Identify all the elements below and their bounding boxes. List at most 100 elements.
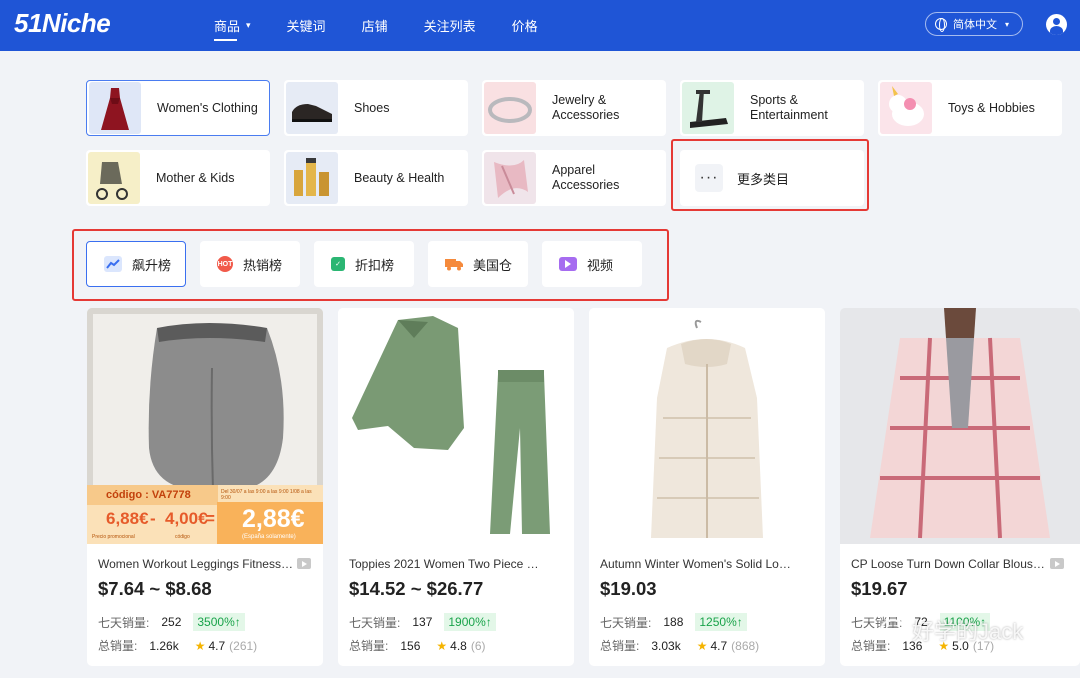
- rating-value: 4.7: [208, 638, 226, 653]
- main-nav: 商品 ▾ 关键词 店铺 关注列表 价格: [214, 0, 574, 51]
- truck-icon: [445, 256, 463, 272]
- category-label: Beauty & Health: [354, 170, 445, 185]
- more-categories-button[interactable]: ··· 更多类目: [680, 150, 864, 206]
- growth-badge: 1900%↑: [444, 613, 496, 631]
- discount-check-icon: ✓: [331, 257, 345, 271]
- video-play-icon: [559, 257, 577, 271]
- shoe-icon: [286, 82, 338, 134]
- product-price: $19.67: [851, 578, 908, 599]
- promo-code: código : VA7778: [87, 485, 218, 505]
- category-jewelry[interactable]: Jewelry & Accessories: [482, 80, 666, 136]
- seven-day-value: 188: [663, 615, 684, 629]
- category-apparel-accessories[interactable]: Apparel Accessories: [482, 150, 666, 206]
- tab-us-warehouse[interactable]: 美国仓: [428, 241, 528, 287]
- category-label: Apparel Accessories: [552, 163, 620, 192]
- tab-label: 视频: [587, 257, 614, 273]
- watermark-text: 好学的Jack: [912, 619, 1024, 644]
- tab-label: 热销榜: [243, 257, 283, 273]
- category-label: Toys & Hobbies: [948, 100, 1035, 115]
- promo-equals: =: [205, 509, 215, 528]
- total-sales-row: 总销量: 3.03k ★ 4.7 (868): [600, 637, 759, 654]
- product-title[interactable]: Women Workout Leggings Fitness Sports: [98, 557, 294, 571]
- cosmetics-icon: [286, 152, 338, 204]
- bracelet-icon: [484, 82, 536, 134]
- category-toys[interactable]: Toys & Hobbies: [878, 80, 1062, 136]
- nav-item-label: 关键词: [286, 19, 326, 34]
- wechat-icon: [880, 619, 906, 641]
- nav-item-price[interactable]: 价格: [512, 0, 538, 51]
- promo-banner: código : VA7778 Del 30/07 a las 9:00 a l…: [87, 485, 323, 544]
- product-image[interactable]: [338, 308, 574, 544]
- total-sales-row: 总销量: 1.26k ★ 4.7 (261): [98, 637, 257, 654]
- tab-video[interactable]: 视频: [542, 241, 642, 287]
- trend-chart-icon: [104, 256, 122, 272]
- more-categories-label: 更多类目: [737, 171, 790, 187]
- video-icon[interactable]: [297, 558, 311, 569]
- total-value: 3.03k: [651, 638, 681, 653]
- chevron-down-icon: ▾: [1005, 19, 1010, 29]
- total-value: 156: [400, 638, 421, 653]
- chevron-down-icon: ▾: [246, 20, 251, 30]
- promo-minus: -: [150, 509, 156, 528]
- category-womens-clothing[interactable]: Women's Clothing: [86, 80, 270, 136]
- language-label: 简体中文: [953, 19, 997, 31]
- watermark: 好学的Jack: [880, 614, 1023, 646]
- product-title[interactable]: CP Loose Turn Down Collar Blouse Plaid: [851, 557, 1047, 571]
- product-price: $14.52 ~ $26.77: [349, 578, 484, 599]
- seven-day-sales-row: 七天销量: 137 1900%↑: [349, 613, 496, 631]
- promo-discount: 4,00€: [165, 509, 208, 528]
- product-card[interactable]: Toppies 2021 Women Two Piece Set Shirt $…: [338, 308, 574, 666]
- product-title[interactable]: Autumn Winter Women's Solid Loose Vest: [600, 557, 796, 571]
- nav-item-keywords[interactable]: 关键词: [287, 0, 326, 51]
- star-icon: ★: [194, 638, 206, 653]
- category-label: Women's Clothing: [157, 100, 258, 115]
- treadmill-icon: [682, 82, 734, 134]
- video-icon[interactable]: [1050, 558, 1064, 569]
- rating-value: 4.8: [450, 638, 467, 653]
- product-image[interactable]: [840, 308, 1080, 544]
- language-selector[interactable]: 简体中文 ▾: [925, 12, 1023, 36]
- category-label: Mother & Kids: [156, 170, 235, 185]
- product-title[interactable]: Toppies 2021 Women Two Piece Set Shirt: [349, 557, 545, 571]
- tab-label: 飙升榜: [132, 257, 172, 273]
- promo-disc-caption: código: [175, 534, 190, 540]
- category-label: Shoes: [354, 100, 390, 115]
- promo-note: Del 30/07 a las 9:00 a las 9:00 1/08 a l…: [221, 489, 312, 501]
- total-label: 总销量:: [98, 639, 138, 653]
- tab-discount[interactable]: ✓ 折扣榜: [314, 241, 414, 287]
- promo-final-price: 2,88€: [242, 505, 305, 533]
- category-shoes[interactable]: Shoes: [284, 80, 468, 136]
- category-label: Sports & Entertainment: [750, 93, 828, 122]
- category-sports[interactable]: Sports & Entertainment: [680, 80, 864, 136]
- promo-final-caption: (España solamente): [242, 534, 296, 540]
- product-card[interactable]: Autumn Winter Women's Solid Loose Vest $…: [589, 308, 825, 666]
- nav-item-label: 店铺: [361, 19, 388, 34]
- nav-item-watchlist[interactable]: 关注列表: [424, 0, 476, 51]
- product-card[interactable]: CP Loose Turn Down Collar Blouse Plaid $…: [840, 308, 1080, 666]
- top-header: 51Niche 商品 ▾ 关键词 店铺 关注列表 价格 简体中文 ▾: [0, 0, 1080, 51]
- total-value: 1.26k: [149, 638, 179, 653]
- product-image[interactable]: [589, 308, 825, 544]
- category-mother-kids[interactable]: Mother & Kids: [86, 150, 270, 206]
- dress-icon: [89, 82, 141, 134]
- category-beauty[interactable]: Beauty & Health: [284, 150, 468, 206]
- logo[interactable]: 51Niche: [14, 8, 111, 39]
- nav-item-stores[interactable]: 店铺: [362, 0, 388, 51]
- seven-day-value: 137: [412, 615, 433, 629]
- tab-label: 美国仓: [473, 257, 513, 273]
- user-avatar-icon[interactable]: [1046, 14, 1067, 35]
- total-sales-row: 总销量: 156 ★ 4.8 (6): [349, 637, 486, 654]
- product-price: $19.03: [600, 578, 657, 599]
- star-icon: ★: [436, 638, 448, 653]
- seven-day-sales-row: 七天销量: 252 3500%↑: [98, 613, 245, 631]
- seven-day-value: 252: [161, 615, 182, 629]
- seven-day-label: 七天销量:: [600, 615, 652, 630]
- tab-hot-sales[interactable]: HOT 热销榜: [200, 241, 300, 287]
- review-count: (868): [731, 638, 760, 653]
- tab-rising[interactable]: 飙升榜: [86, 241, 186, 287]
- nav-item-products[interactable]: 商品 ▾: [214, 0, 251, 51]
- product-card[interactable]: código : VA7778 Del 30/07 a las 9:00 a l…: [87, 308, 323, 666]
- product-image[interactable]: código : VA7778 Del 30/07 a las 9:00 a l…: [87, 308, 323, 544]
- category-label: Jewelry & Accessories: [552, 93, 620, 122]
- star-icon: ★: [696, 638, 708, 653]
